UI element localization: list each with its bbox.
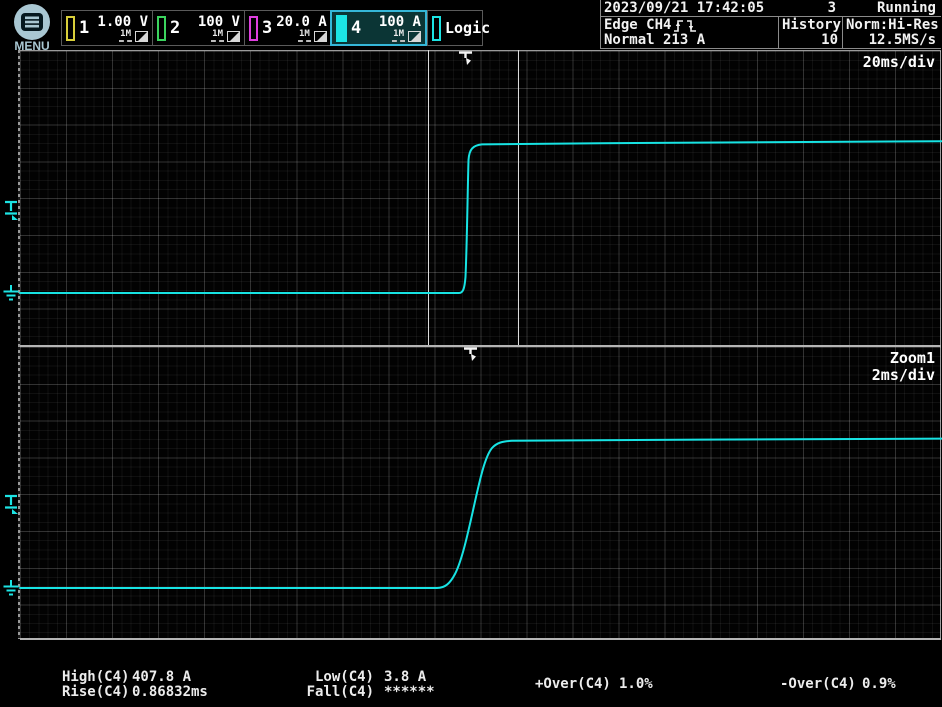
- logic-color-tag: [432, 16, 441, 41]
- channel-4-scale: 100 A: [379, 15, 421, 29]
- probe-icon: [227, 31, 240, 42]
- main-timebase-label: 20ms/div: [863, 54, 935, 70]
- zoom-region-left-line[interactable]: [428, 50, 429, 345]
- measurement-value: 0.86832ms: [132, 685, 208, 700]
- probe-icon: [135, 31, 148, 42]
- trigger-position-marker-zoom[interactable]: [462, 347, 480, 364]
- menu-button[interactable]: MENU: [10, 2, 54, 50]
- info-divider: [600, 0, 601, 49]
- probe-icon: [408, 31, 421, 42]
- info-divider: [842, 16, 843, 49]
- measurement-value: 407.8 A: [132, 670, 208, 685]
- measurement-label: Fall(C4): [300, 685, 374, 700]
- measurement-label: Low(C4): [300, 670, 374, 685]
- measurement-label: +Over(C4): [535, 677, 619, 692]
- logic-label: Logic: [445, 19, 490, 37]
- impedance-icon: 1M: [298, 30, 311, 42]
- probe-icon: [314, 31, 327, 42]
- trigger-level-marker-main[interactable]: [3, 200, 20, 221]
- channel-2-color-tag: [157, 16, 166, 41]
- channel-3-box[interactable]: 3 20.0 A 1M: [244, 10, 331, 46]
- channel-4-number: 4: [351, 18, 361, 38]
- acquisition-count: 3: [760, 1, 836, 16]
- run-state: Running: [846, 1, 936, 16]
- history-value: 10: [782, 33, 838, 48]
- channel-1-box[interactable]: 1 1.00 V 1M: [61, 10, 153, 46]
- measurement-value: 3.8 A: [374, 670, 435, 685]
- zoom-region-right-line[interactable]: [518, 50, 519, 345]
- trigger-mode: Normal 213 A: [604, 33, 705, 48]
- channel-3-color-tag: [249, 16, 258, 41]
- channel-1-scale: 1.00 V: [97, 15, 148, 29]
- trigger-level-marker-zoom[interactable]: [3, 494, 20, 515]
- channel-2-box[interactable]: 2 100 V 1M: [152, 10, 245, 46]
- measurement-value: ******: [374, 685, 435, 700]
- channel-1-color-tag: [66, 16, 75, 41]
- measurement-group-high-rise: High(C4) 407.8 A Rise(C4) 0.86832ms: [62, 670, 208, 700]
- measurement-label: High(C4): [62, 670, 132, 685]
- window-separator: [20, 345, 941, 347]
- channel-4-box-selected[interactable]: 4 100 A 1M: [330, 10, 427, 46]
- hamburger-icon: [14, 4, 50, 40]
- channel-3-number: 3: [262, 18, 272, 38]
- zoom-window-grid: [20, 347, 941, 638]
- channel-2-scale: 100 V: [198, 15, 240, 29]
- logic-box[interactable]: Logic: [427, 10, 483, 46]
- sample-rate: 12.5MS/s: [846, 33, 936, 48]
- trigger-position-marker-main[interactable]: [457, 51, 475, 68]
- datetime: 2023/09/21 17:42:05: [604, 1, 764, 16]
- measurement-group-pos-over: +Over(C4) 1.0%: [535, 677, 653, 692]
- measurement-label: Rise(C4): [62, 685, 132, 700]
- graticule: 20ms/div Zoom1 2ms/div: [20, 50, 941, 639]
- info-divider: [600, 48, 941, 49]
- impedance-icon: 1M: [211, 30, 224, 42]
- record-mode: Norm:Hi-Res: [846, 18, 936, 33]
- channel-1-number: 1: [79, 18, 89, 38]
- measurement-value: 0.9%: [862, 677, 896, 692]
- info-divider: [778, 16, 779, 49]
- impedance-icon: 1M: [119, 30, 132, 42]
- ground-level-marker-main[interactable]: [2, 284, 20, 302]
- impedance-icon: 1M: [392, 30, 405, 42]
- rising-edge-icon: [673, 19, 684, 33]
- measurement-group-low-fall: Low(C4) 3.8 A Fall(C4) ******: [300, 670, 435, 700]
- channel-4-color-tag: [336, 15, 347, 42]
- measurement-value: 1.0%: [619, 677, 653, 692]
- main-window-grid: [20, 51, 941, 345]
- measurement-label: -Over(C4): [780, 677, 862, 692]
- history-label: History: [782, 18, 838, 33]
- trigger-source-label: Edge CH4: [604, 18, 671, 33]
- trigger-source: Edge CH4: [604, 18, 697, 33]
- zoom-timebase-label: 2ms/div: [872, 367, 935, 383]
- measurement-group-neg-over: -Over(C4) 0.9%: [780, 677, 896, 692]
- ground-level-marker-zoom[interactable]: [2, 579, 20, 597]
- zoom-window-name: Zoom1: [890, 350, 935, 366]
- graticule-bottom-border: [20, 638, 941, 640]
- channel-3-scale: 20.0 A: [276, 15, 327, 29]
- channel-2-number: 2: [170, 18, 180, 38]
- falling-edge-icon: [686, 19, 697, 33]
- graticule-left-edge: [18, 50, 20, 639]
